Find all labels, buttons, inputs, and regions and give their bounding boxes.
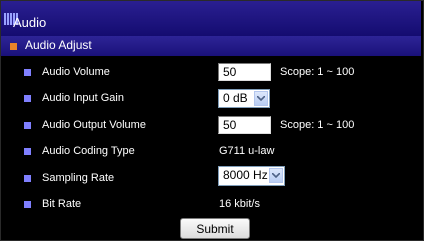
audio-input-gain-label: Audio Input Gain xyxy=(42,92,124,104)
bullet-icon xyxy=(24,175,31,182)
audio-input-gain-select[interactable]: 0 dB xyxy=(218,89,270,108)
submit-button[interactable]: Submit xyxy=(180,218,250,239)
sampling-rate-value: 8000 Hz xyxy=(223,168,268,182)
bullet-icon xyxy=(24,95,31,102)
bullet-icon xyxy=(24,148,31,155)
section-bullet-icon xyxy=(10,43,17,50)
sampling-rate-select[interactable]: 8000 Hz xyxy=(218,166,285,186)
bullet-icon xyxy=(24,122,31,129)
audio-output-volume-scope: Scope: 1 ~ 100 xyxy=(280,119,355,131)
audio-volume-input[interactable] xyxy=(218,63,271,81)
audio-coding-type-label: Audio Coding Type xyxy=(42,145,135,157)
page-title: Audio xyxy=(13,15,47,30)
audio-volume-label: Audio Volume xyxy=(42,66,110,78)
audio-coding-type-value: G711 u-law xyxy=(219,145,275,157)
audio-output-volume-label: Audio Output Volume xyxy=(42,119,146,131)
chevron-down-icon[interactable] xyxy=(254,91,268,106)
bullet-icon xyxy=(24,201,31,208)
sampling-rate-label: Sampling Rate xyxy=(42,172,115,184)
section-title: Audio Adjust xyxy=(25,38,92,52)
audio-output-volume-input[interactable] xyxy=(218,116,271,134)
audio-input-gain-value: 0 dB xyxy=(223,91,248,105)
chevron-down-icon[interactable] xyxy=(269,168,283,183)
bit-rate-value: 16 kbit/s xyxy=(219,198,260,210)
bullet-icon xyxy=(24,69,31,76)
audio-volume-scope: Scope: 1 ~ 100 xyxy=(280,66,355,78)
bit-rate-label: Bit Rate xyxy=(42,198,82,210)
title-bar: Audio xyxy=(1,1,421,36)
